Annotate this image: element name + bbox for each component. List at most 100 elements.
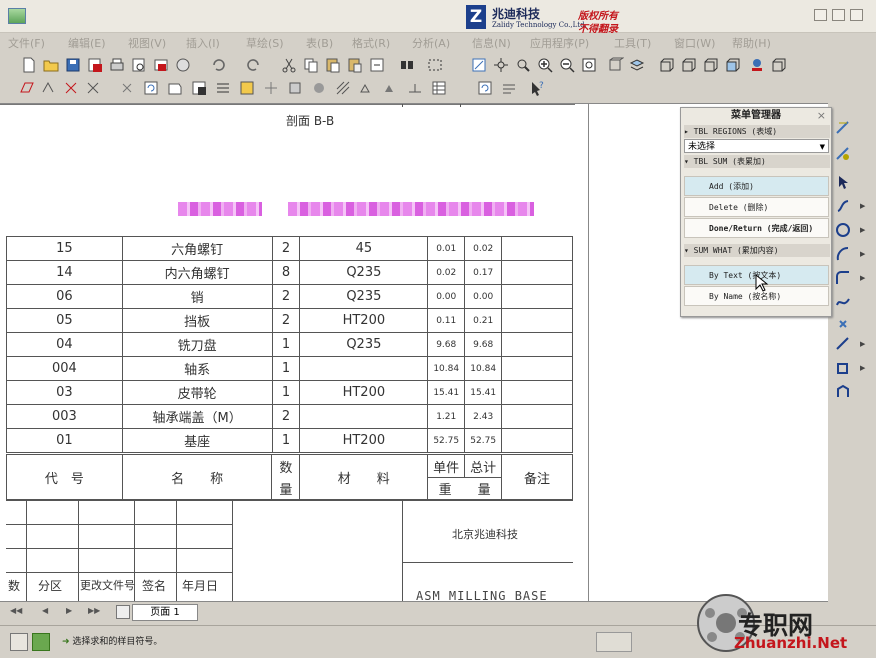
close-button[interactable]: [850, 9, 863, 21]
datum-display-icon[interactable]: [770, 56, 788, 74]
menu-format[interactable]: 格式(R): [352, 35, 390, 51]
maximize-button[interactable]: [832, 9, 845, 21]
chevron-right-icon[interactable]: ▶: [860, 202, 865, 210]
orient-icon[interactable]: [514, 56, 532, 74]
sum-what-header[interactable]: ▾ SUM WHAT (累加内容): [684, 244, 830, 257]
bom-cell-material[interactable]: Q235: [299, 332, 429, 357]
menu-insert[interactable]: 插入(I): [186, 35, 220, 51]
regenerate-icon[interactable]: [142, 79, 160, 97]
bom-cell-code[interactable]: 01: [6, 428, 123, 453]
delete-button[interactable]: Delete (删除): [684, 197, 829, 217]
bom-cell-qty[interactable]: 1: [271, 380, 301, 405]
save-icon[interactable]: [64, 56, 82, 74]
spin-center-icon[interactable]: [492, 56, 510, 74]
bom-cell-name[interactable]: 轴承端盖（M）: [121, 404, 273, 429]
bom-cell-code[interactable]: 14: [6, 260, 123, 285]
bom-cell-qty[interactable]: 2: [271, 284, 301, 309]
bom-cell-name[interactable]: 基座: [121, 428, 273, 453]
constraint-tool-icon[interactable]: [834, 145, 852, 163]
prev-page-icon[interactable]: ◀: [42, 606, 48, 615]
table-row[interactable]: 03 皮带轮 1 HT200 15.41 15.41: [6, 380, 573, 405]
menu-file[interactable]: 文件(F): [8, 35, 45, 51]
bom-cell-unit-w[interactable]: 15.41: [427, 380, 466, 405]
bom-cell-code[interactable]: 06: [6, 284, 123, 309]
last-page-icon[interactable]: ▶▶: [88, 606, 100, 615]
bom-cell-name[interactable]: 挡板: [121, 308, 273, 333]
undo-icon[interactable]: [210, 56, 228, 74]
copy-icon[interactable]: [302, 56, 320, 74]
done-return-button[interactable]: Done/Return (完成/返回): [684, 218, 829, 238]
layers-icon[interactable]: [628, 56, 646, 74]
bom-cell-name[interactable]: 铣刀盘: [121, 332, 273, 357]
bom-cell-material[interactable]: [299, 404, 429, 429]
bom-cell-note[interactable]: [501, 284, 573, 309]
table-row[interactable]: 004 轴系 1 10.84 10.84: [6, 356, 573, 381]
first-page-icon[interactable]: ◀◀: [10, 606, 22, 615]
bom-cell-unit-w[interactable]: 1.21: [427, 404, 466, 429]
bom-cell-name[interactable]: 内六角螺钉: [121, 260, 273, 285]
bom-cell-qty[interactable]: 1: [271, 332, 301, 357]
fillet-tool-icon[interactable]: [834, 269, 852, 287]
circle-tool-icon[interactable]: [834, 221, 852, 239]
bom-cell-unit-w[interactable]: 0.00: [427, 284, 466, 309]
datum-icon[interactable]: [406, 79, 424, 97]
bom-cell-total-w[interactable]: 9.68: [464, 332, 503, 357]
hatch-icon[interactable]: [334, 79, 352, 97]
bom-cell-material[interactable]: HT200: [299, 308, 429, 333]
menu-view[interactable]: 视图(V): [128, 35, 166, 51]
minimize-button[interactable]: [814, 9, 827, 21]
cut-icon[interactable]: [280, 56, 298, 74]
save-copy-icon[interactable]: [86, 56, 104, 74]
bom-cell-note[interactable]: [501, 356, 573, 381]
select-arrow-icon[interactable]: [834, 173, 852, 191]
bom-cell-note[interactable]: [501, 260, 573, 285]
bom-cell-note[interactable]: [501, 404, 573, 429]
bom-cell-material[interactable]: HT200: [299, 428, 429, 453]
refit-icon[interactable]: [580, 56, 598, 74]
symbol-icon[interactable]: [382, 79, 400, 97]
bom-cell-unit-w[interactable]: 10.84: [427, 356, 466, 381]
table-row[interactable]: 05 挡板 2 HT200 0.11 0.21: [6, 308, 573, 333]
bom-cell-qty[interactable]: 2: [271, 236, 301, 261]
bom-cell-qty[interactable]: 2: [271, 404, 301, 429]
zoom-out-icon[interactable]: [558, 56, 576, 74]
no-hidden-icon[interactable]: [702, 56, 720, 74]
surface-finish-icon[interactable]: [358, 79, 376, 97]
shading-icon[interactable]: [724, 56, 742, 74]
bom-table[interactable]: 15 六角螺钉 2 45 0.01 0.02 14 内六角螺钉 8 Q235 0.02 0.17 06 销…: [6, 236, 573, 453]
table-row[interactable]: 14 内六角螺钉 8 Q235 0.02 0.17: [6, 260, 573, 285]
line-tool-icon[interactable]: [834, 197, 852, 215]
bom-cell-total-w[interactable]: 10.84: [464, 356, 503, 381]
print-icon[interactable]: [108, 56, 126, 74]
properties-icon[interactable]: [500, 79, 518, 97]
bom-cell-unit-w[interactable]: 9.68: [427, 332, 466, 357]
bom-cell-total-w[interactable]: 15.41: [464, 380, 503, 405]
bom-cell-note[interactable]: [501, 380, 573, 405]
model-tree-icon[interactable]: [748, 56, 766, 74]
bom-cell-material[interactable]: [299, 356, 429, 381]
bom-cell-material[interactable]: 45: [299, 236, 429, 261]
chevron-right-icon-6[interactable]: ▶: [860, 364, 865, 372]
bom-cell-total-w[interactable]: 0.02: [464, 236, 503, 261]
bom-cell-code[interactable]: 15: [6, 236, 123, 261]
new-page-icon[interactable]: [116, 605, 130, 619]
menu-window[interactable]: 窗口(W): [674, 35, 715, 51]
bom-cell-note[interactable]: [501, 236, 573, 261]
zoom-in-icon[interactable]: [536, 56, 554, 74]
print-preview-icon[interactable]: [130, 56, 148, 74]
bom-cell-total-w[interactable]: 52.75: [464, 428, 503, 453]
region-select[interactable]: 未选择 ▼: [684, 139, 829, 153]
bom-cell-total-w[interactable]: 0.21: [464, 308, 503, 333]
bom-cell-qty[interactable]: 1: [271, 428, 301, 453]
next-page-icon[interactable]: ▶: [66, 606, 72, 615]
table-row[interactable]: 06 销 2 Q235 0.00 0.00: [6, 284, 573, 309]
menu-analysis[interactable]: 分析(A): [412, 35, 450, 51]
insert-table-icon[interactable]: [190, 79, 208, 97]
bom-cell-unit-w[interactable]: 52.75: [427, 428, 466, 453]
menu-edit[interactable]: 编辑(E): [68, 35, 106, 51]
bom-cell-material[interactable]: HT200: [299, 380, 429, 405]
bom-cell-total-w[interactable]: 0.17: [464, 260, 503, 285]
offset-tool-icon[interactable]: [834, 335, 852, 353]
bom-cell-unit-w[interactable]: 0.11: [427, 308, 466, 333]
wireframe-icon[interactable]: [658, 56, 676, 74]
